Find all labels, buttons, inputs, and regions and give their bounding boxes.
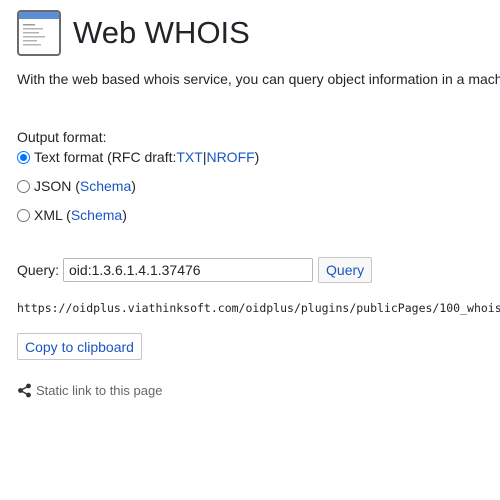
intro-text: With the web based whois service, you ca… [17, 71, 500, 87]
output-option-text[interactable]: Text format (RFC draft: TXT | NROFF) [17, 149, 259, 165]
document-page-icon [17, 10, 61, 56]
txt-link[interactable]: TXT [176, 149, 202, 165]
radio-text-format[interactable] [17, 150, 30, 164]
text-format-label: Text format (RFC draft: [34, 149, 177, 165]
radio-xml-format[interactable] [17, 208, 30, 222]
radio-json-format[interactable] [17, 179, 30, 193]
query-input[interactable] [63, 258, 314, 282]
static-link-label: Static link to this page [36, 383, 163, 398]
query-row: Query: Query [17, 257, 373, 283]
page-header: Web WHOIS [17, 10, 250, 56]
page: Web WHOIS With the web based whois servi… [0, 0, 500, 500]
output-format-label: Output format: [17, 129, 107, 145]
static-link[interactable]: Static link to this page [17, 383, 162, 398]
result-url: https://oidplus.viathinksoft.com/oidplus… [17, 301, 500, 315]
output-option-xml[interactable]: XML (Schema) [17, 207, 127, 223]
xml-format-suffix: ) [122, 207, 127, 223]
xml-schema-link[interactable]: Schema [71, 207, 122, 223]
query-button[interactable]: Query [318, 257, 373, 283]
nroff-link[interactable]: NROFF [206, 149, 254, 165]
text-format-suffix: ) [254, 149, 260, 165]
json-schema-link[interactable]: Schema [80, 178, 131, 194]
json-format-suffix: ) [131, 178, 136, 194]
copy-to-clipboard-button[interactable]: Copy to clipboard [17, 333, 142, 360]
query-label: Query: [17, 262, 60, 278]
json-format-label: JSON ( [34, 178, 80, 194]
share-icon [18, 383, 31, 398]
xml-format-label: XML ( [34, 207, 71, 223]
output-option-json[interactable]: JSON (Schema) [17, 178, 136, 194]
page-title: Web WHOIS [73, 15, 250, 50]
